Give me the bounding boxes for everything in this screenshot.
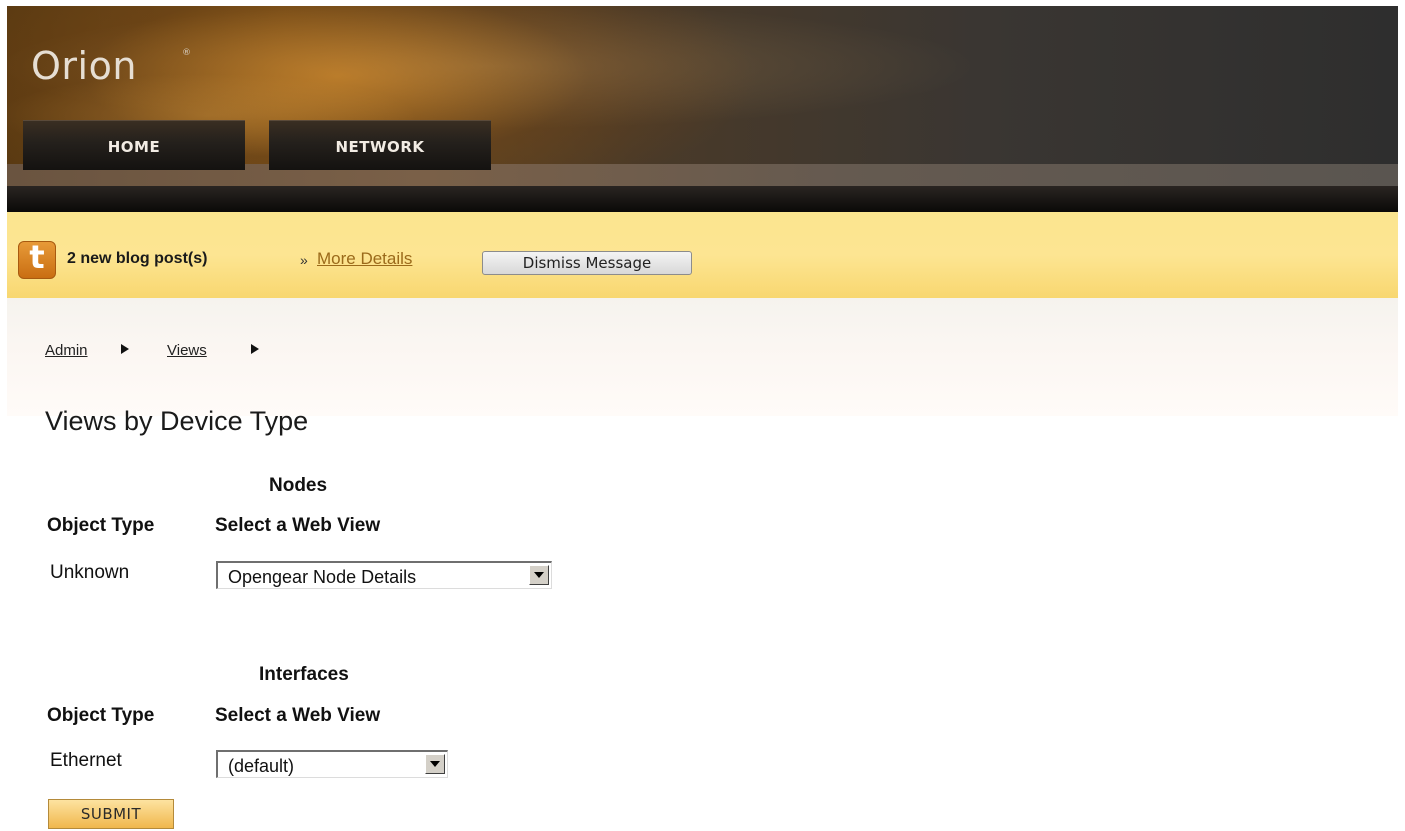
- select-value: (default): [228, 756, 295, 776]
- object-type-ethernet: Ethernet: [50, 750, 122, 771]
- dropdown-arrow-icon[interactable]: [529, 565, 549, 585]
- notification-separator: »: [300, 252, 308, 268]
- registered-mark: ®: [182, 48, 191, 58]
- web-view-select-unknown[interactable]: Opengear Node Details: [216, 561, 552, 589]
- section-title-interfaces: Interfaces: [259, 664, 349, 685]
- col-header-object-type: Object Type: [47, 705, 155, 726]
- web-view-select-ethernet[interactable]: (default): [216, 750, 448, 778]
- section-title-nodes: Nodes: [269, 475, 328, 496]
- page-title: Views by Device Type: [45, 406, 309, 436]
- notification-message: 2 new blog post(s): [67, 250, 208, 267]
- tab-home[interactable]: HOME: [23, 120, 245, 170]
- select-value: Opengear Node Details: [228, 567, 417, 587]
- triangle-right-icon: [121, 344, 129, 357]
- app-header: Orion ® HOME NETWORK: [7, 6, 1398, 212]
- col-header-object-type: Object Type: [47, 515, 155, 536]
- col-header-web-view: Select a Web View: [215, 705, 381, 726]
- col-header-web-view: Select a Web View: [215, 515, 381, 536]
- notification-bar: t 2 new blog post(s) » More Details Dism…: [7, 212, 1398, 298]
- breadcrumb-admin-link[interactable]: Admin: [45, 342, 88, 359]
- breadcrumb-views-link[interactable]: Views: [167, 342, 207, 359]
- submit-button[interactable]: SUBMIT: [48, 799, 174, 829]
- more-details-link[interactable]: More Details: [317, 249, 412, 269]
- object-type-unknown: Unknown: [50, 562, 130, 583]
- header-band-dark: [7, 186, 1398, 212]
- dismiss-message-button[interactable]: Dismiss Message: [482, 251, 692, 275]
- tab-network[interactable]: NETWORK: [269, 120, 491, 170]
- orion-logo[interactable]: Orion: [31, 44, 137, 88]
- breadcrumb: Admin Views: [7, 298, 1398, 416]
- triangle-right-icon: [251, 344, 259, 357]
- thwack-t-icon: t: [18, 241, 56, 279]
- dropdown-arrow-icon[interactable]: [425, 754, 445, 774]
